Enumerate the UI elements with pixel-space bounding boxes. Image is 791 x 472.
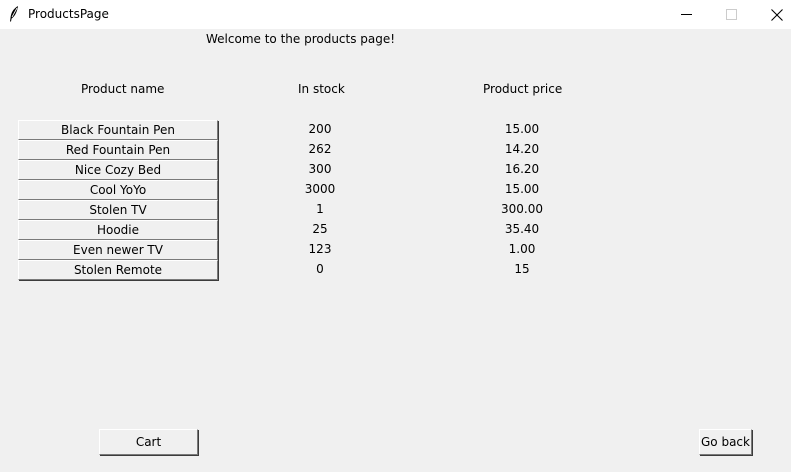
price-value: 15.00 (504, 122, 540, 136)
welcome-label: Welcome to the products page! (206, 32, 396, 46)
title-bar[interactable]: ProductsPage (0, 0, 791, 29)
product-button[interactable]: Stolen TV (18, 200, 218, 220)
stock-value: 123 (308, 242, 332, 256)
product-row: Stolen TV 1 300.00 (0, 200, 791, 220)
price-value: 15.00 (504, 182, 540, 196)
price-value: 35.40 (504, 222, 540, 236)
window-title: ProductsPage (28, 7, 109, 21)
stock-value: 200 (308, 122, 332, 136)
product-row: Even newer TV 123 1.00 (0, 240, 791, 260)
product-row: Red Fountain Pen 262 14.20 (0, 140, 791, 160)
feather-icon (9, 6, 19, 22)
header-product-price: Product price (483, 82, 563, 96)
products-window: ProductsPage Welcome to the products pag… (0, 0, 791, 472)
maximize-button[interactable] (708, 0, 754, 29)
product-button[interactable]: Even newer TV (18, 240, 218, 260)
price-value: 15 (514, 262, 530, 276)
price-value: 1.00 (508, 242, 536, 256)
stock-value: 25 (312, 222, 328, 236)
price-value: 16.20 (504, 162, 540, 176)
header-in-stock: In stock (298, 82, 345, 96)
price-value: 14.20 (504, 142, 540, 156)
product-button[interactable]: Nice Cozy Bed (18, 160, 218, 180)
product-row: Cool YoYo 3000 15.00 (0, 180, 791, 200)
close-button[interactable] (753, 0, 791, 29)
minimize-button[interactable] (663, 0, 709, 29)
price-value: 300.00 (501, 202, 543, 216)
stock-value: 300 (308, 162, 332, 176)
cart-button[interactable]: Cart (99, 429, 198, 455)
stock-value: 262 (308, 142, 332, 156)
maximize-icon (726, 9, 737, 20)
stock-value: 1 (316, 202, 324, 216)
product-button[interactable]: Cool YoYo (18, 180, 218, 200)
product-row: Black Fountain Pen 200 15.00 (0, 120, 791, 140)
header-product-name: Product name (81, 82, 165, 96)
product-row: Stolen Remote 0 15 (0, 260, 791, 280)
product-button[interactable]: Red Fountain Pen (18, 140, 218, 160)
product-button[interactable]: Black Fountain Pen (18, 120, 218, 140)
product-row: Nice Cozy Bed 300 16.20 (0, 160, 791, 180)
product-button[interactable]: Hoodie (18, 220, 218, 240)
product-row: Hoodie 25 35.40 (0, 220, 791, 240)
stock-value: 0 (316, 262, 324, 276)
minimize-icon (681, 14, 692, 15)
product-button[interactable]: Stolen Remote (18, 260, 218, 280)
close-icon (771, 9, 783, 21)
stock-value: 3000 (304, 182, 336, 196)
go-back-button[interactable]: Go back (699, 429, 752, 455)
